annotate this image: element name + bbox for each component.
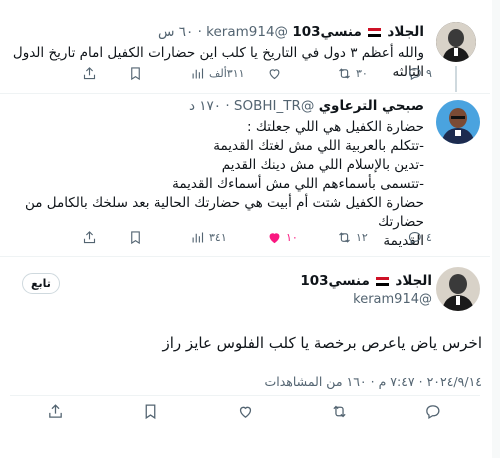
share-icon xyxy=(83,67,96,80)
repost-button[interactable]: ٣٠ xyxy=(337,66,368,81)
tweet-header: الجلاد منسي103 @keram914 · ٦٠ س xyxy=(157,24,424,40)
text-line: -تتكلم بالعربية اللي مش لغتك القديمة xyxy=(213,138,424,154)
reply-icon xyxy=(408,67,421,81)
text-line: -تدين بالإسلام اللي مش دينك القديم xyxy=(221,157,424,173)
reply-icon xyxy=(408,231,421,245)
display-name-suffix[interactable]: منسي103 xyxy=(292,24,361,40)
avatar-image xyxy=(436,100,480,144)
display-name[interactable]: صبحي الترعاوي xyxy=(319,98,424,114)
like-button[interactable] xyxy=(267,66,286,81)
text-line: حضارة الكفيل شتت أم أبيت هي حضارتك الحال… xyxy=(24,195,424,230)
timestamp[interactable]: ٦٠ س xyxy=(158,24,193,40)
heart-icon xyxy=(239,406,252,418)
tweet-header: صبحي الترعاوي @SOBHI_TR · ١٧٠ د xyxy=(188,98,424,114)
handle[interactable]: @keram914 xyxy=(206,24,288,40)
tweet-1[interactable]: الجلاد منسي103 @keram914 · ٦٠ س والله أع… xyxy=(0,0,500,92)
views-count: ٣٤١ xyxy=(209,231,227,244)
like-count: ١٠ xyxy=(286,231,298,244)
reply-icon xyxy=(426,405,440,420)
tweet-text: اخرس ياض ياعرص برخصة يا كلب الفلوس عايز … xyxy=(162,334,483,352)
action-bar xyxy=(0,403,500,423)
repost-icon xyxy=(339,232,350,243)
tweet-3-focused[interactable]: تابع الجلاد منسي103 @keram914 اخرس ياض ي… xyxy=(0,257,500,458)
repost-count: ١٢ xyxy=(356,231,368,244)
display-name[interactable]: الجلاد xyxy=(395,273,432,289)
reply-button[interactable]: ٤ xyxy=(407,230,432,245)
tweet-2[interactable]: صبحي الترعاوي @SOBHI_TR · ١٧٠ د حضارة ال… xyxy=(0,94,500,254)
timestamp[interactable]: ١٧٠ د xyxy=(189,98,221,114)
repost-icon xyxy=(333,405,346,418)
tweet-header: الجلاد منسي103 xyxy=(300,273,432,289)
views-button[interactable]: ٣٤١ xyxy=(190,230,227,245)
reply-count: ٩ xyxy=(426,67,432,80)
avatar-image xyxy=(436,22,476,62)
bookmark-button[interactable] xyxy=(128,230,143,245)
display-name[interactable]: الجلاد xyxy=(387,24,424,40)
heart-filled-icon xyxy=(269,233,280,244)
avatar-image xyxy=(436,267,480,311)
views-icon xyxy=(192,68,204,79)
heart-icon xyxy=(269,69,280,80)
repost-button[interactable]: ١٢ xyxy=(337,230,368,245)
action-bar: ٩ ٣٠ ٣١١ألف xyxy=(0,66,500,86)
repost-icon xyxy=(339,68,350,79)
handle[interactable]: @keram914 xyxy=(353,292,432,307)
bookmark-icon xyxy=(145,404,156,420)
display-name-suffix[interactable]: منسي103 xyxy=(300,273,369,289)
bookmark-button[interactable] xyxy=(128,66,143,81)
avatar[interactable] xyxy=(436,100,480,144)
repost-button[interactable] xyxy=(331,403,348,420)
reply-button[interactable]: ٩ xyxy=(407,66,432,81)
separator xyxy=(10,395,480,396)
share-button[interactable] xyxy=(82,66,97,81)
views-button[interactable]: ٣١١ألف xyxy=(190,66,245,81)
repost-count: ٣٠ xyxy=(356,67,368,80)
like-button[interactable]: ١٠ xyxy=(267,230,298,245)
views-icon xyxy=(192,232,204,243)
bookmark-icon xyxy=(131,67,140,81)
follow-button[interactable]: تابع xyxy=(22,273,60,294)
action-bar: ٤ ١٢ ١٠ ٣٤١ xyxy=(0,230,500,250)
like-button[interactable] xyxy=(237,403,254,420)
text-line: -تتسمى بأسماءهم اللي مش أسماءك القديمة xyxy=(172,176,424,192)
egypt-flag-icon xyxy=(376,274,390,286)
views-count: ٣١١ألف xyxy=(209,67,245,80)
share-button[interactable] xyxy=(82,230,97,245)
reply-button[interactable] xyxy=(424,403,441,420)
share-icon xyxy=(49,404,62,418)
bookmark-icon xyxy=(131,231,140,245)
share-button[interactable] xyxy=(47,403,64,420)
handle[interactable]: @SOBHI_TR xyxy=(234,98,314,114)
text-line: حضارة الكفيل هي اللي جعلتك : xyxy=(247,119,424,135)
tweet-meta: ٢٠٢٤/٩/١٤ · ٧:٤٧ م · ١٦٠ من المشاهدات xyxy=(264,374,482,389)
reply-count: ٤ xyxy=(426,231,432,244)
bookmark-button[interactable] xyxy=(142,403,159,420)
avatar[interactable] xyxy=(436,267,480,311)
avatar[interactable] xyxy=(436,22,476,62)
egypt-flag-icon xyxy=(368,25,382,37)
share-icon xyxy=(83,231,96,244)
